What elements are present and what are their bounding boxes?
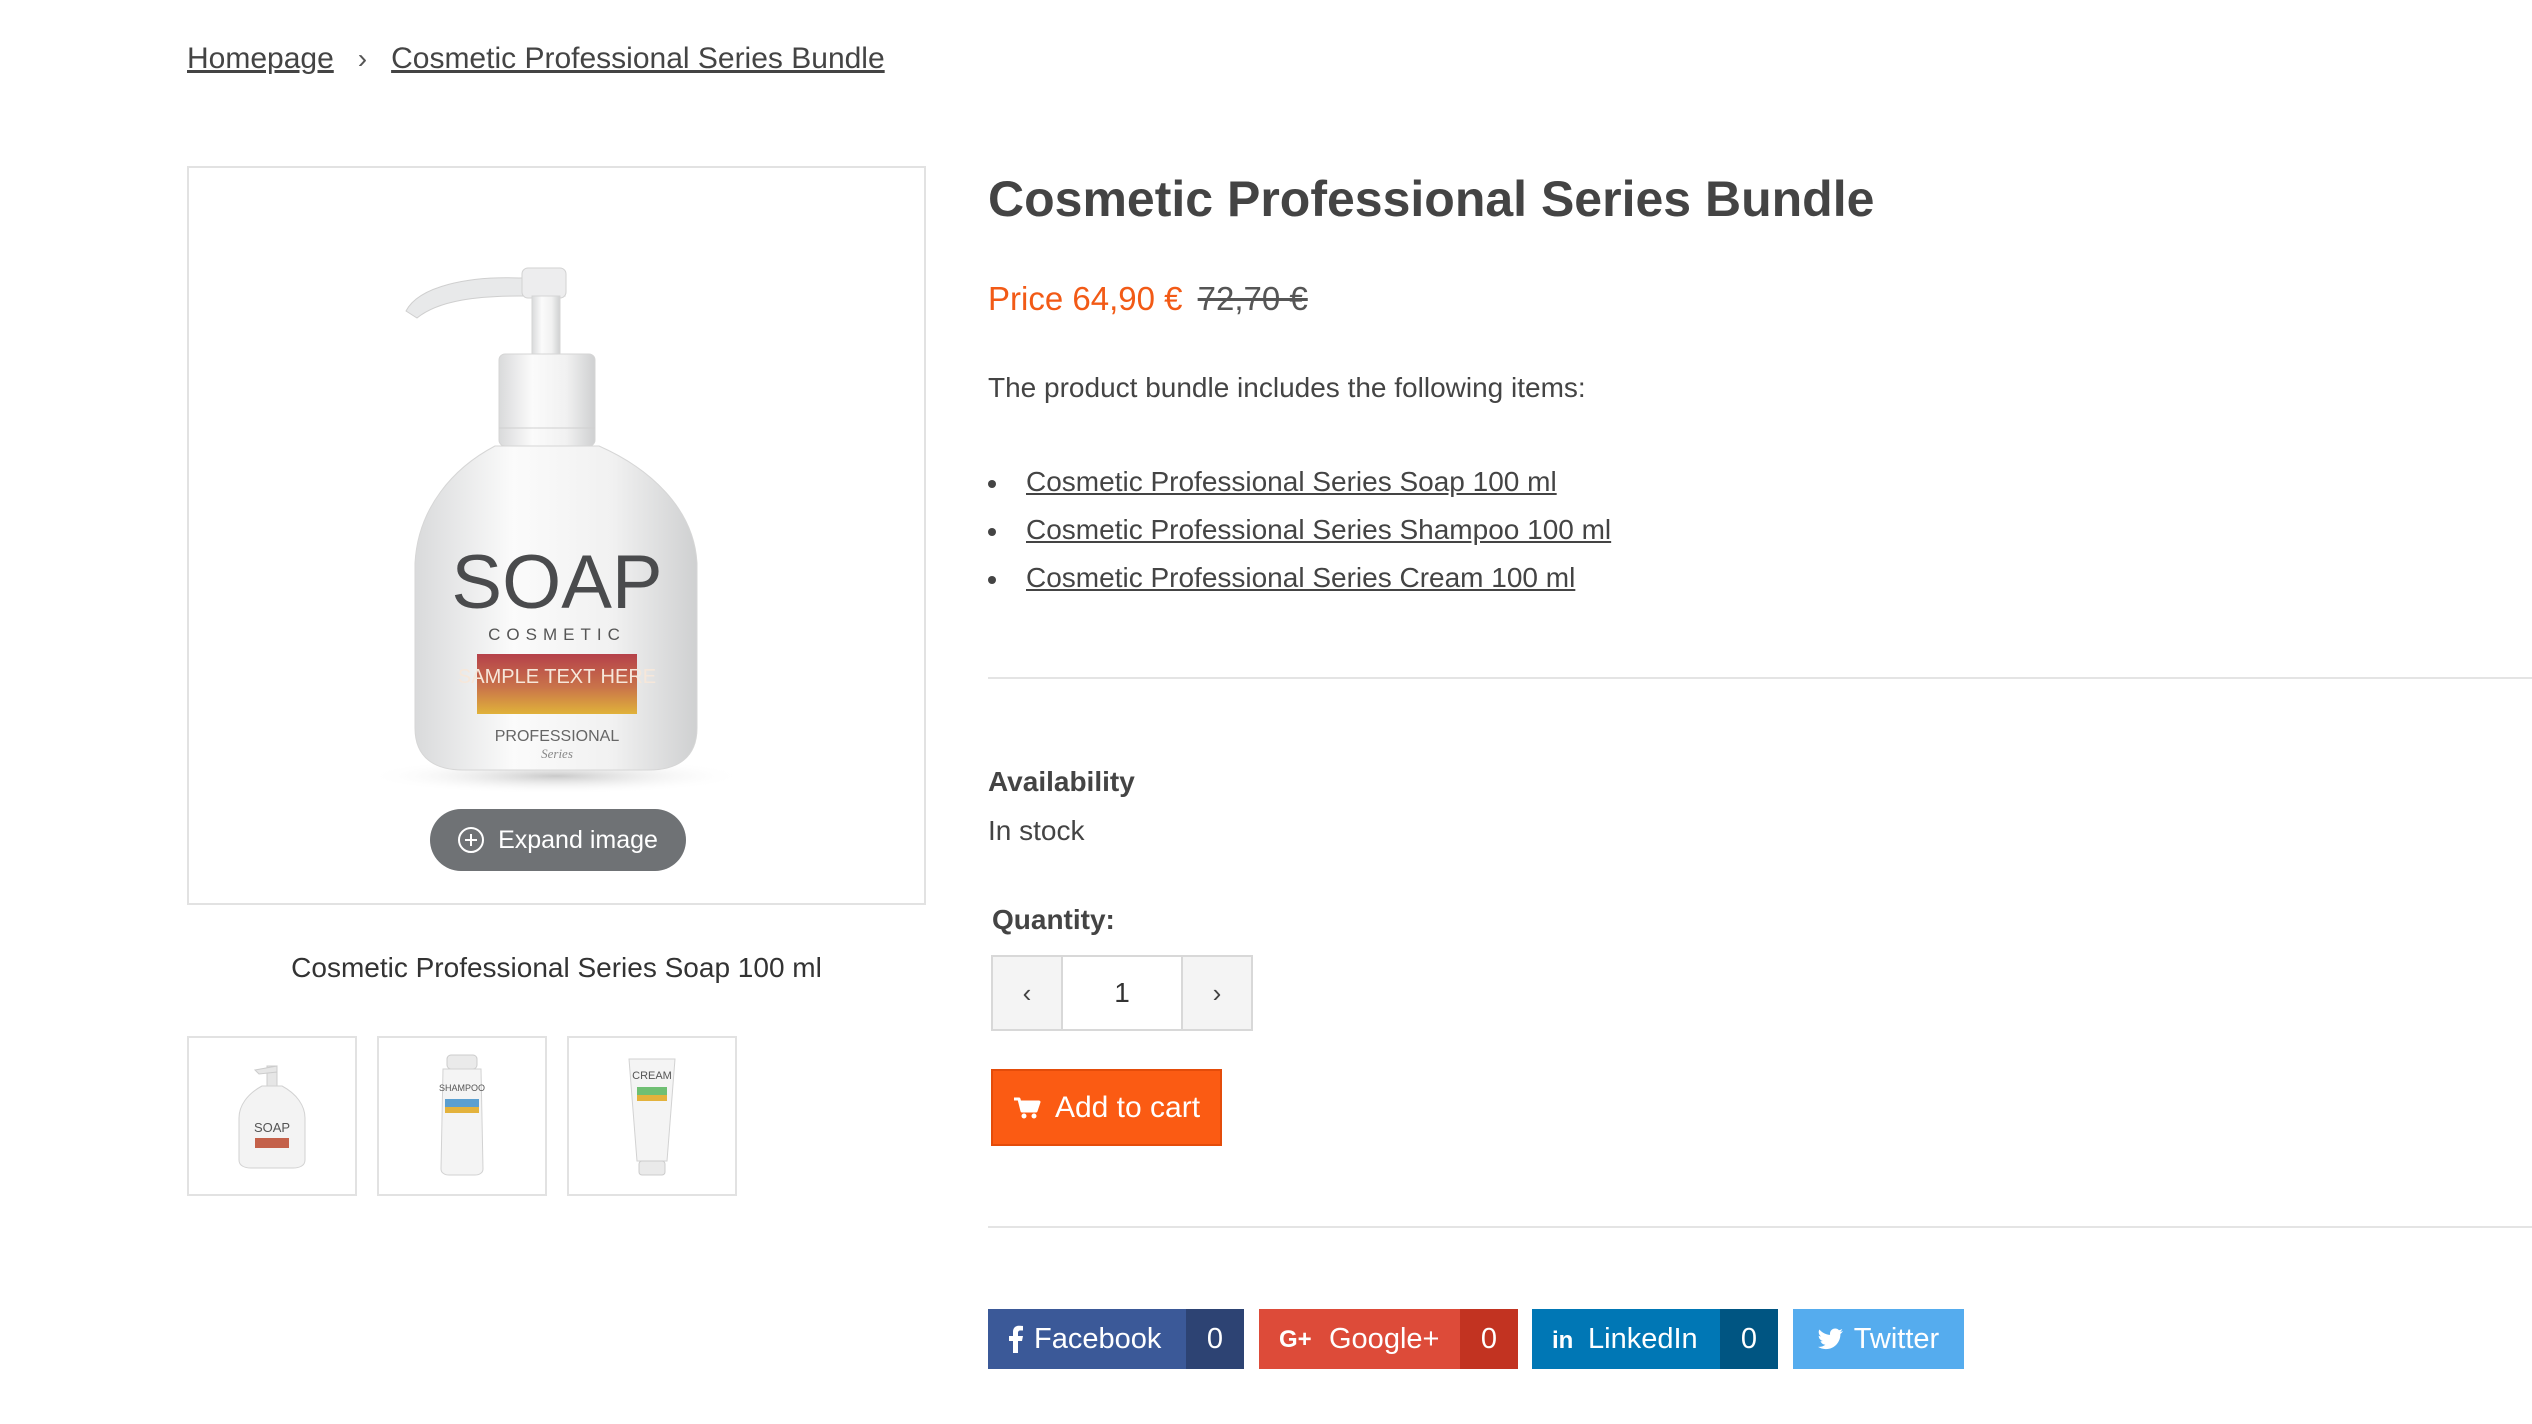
thumb-shampoo-text: SHAMPOO [439,1083,485,1093]
soap-label-text: SOAP [451,540,662,625]
thumbnail-shampoo[interactable]: SHAMPOO [377,1036,547,1196]
cart-icon [1013,1097,1041,1118]
add-to-cart-label: Add to cart [1054,1090,1201,1124]
list-item: Cosmetic Professional Series Soap 100 ml [988,458,1611,506]
product-title: Cosmetic Professional Series Bundle [988,171,1875,227]
zoom-plus-icon [458,827,485,853]
soap-bottle-image: SOAP COSMETIC SAMPLE TEXT HERE PROFESSIO… [366,267,746,794]
price: Price 64,90 € 72,70 € [988,280,1308,318]
breadcrumb-separator-icon: › [357,43,368,74]
page: Homepage › Cosmetic Professional Series … [0,0,2532,1424]
quantity-stepper: ‹ › [991,955,1253,1031]
share-facebook-button[interactable]: Facebook 0 [988,1309,1244,1369]
price-label: Price [988,280,1064,317]
availability-label: Availability [988,766,1135,797]
twitter-label: Twitter [1853,1322,1940,1355]
price-old: 72,70 € [1197,280,1308,317]
shampoo-thumbnail-icon: SHAMPOO [439,1054,485,1176]
quantity-increase-button[interactable]: › [1181,957,1251,1029]
image-caption: Cosmetic Professional Series Soap 100 ml [291,952,822,983]
breadcrumb: Homepage › Cosmetic Professional Series … [187,42,885,76]
bundle-intro: The product bundle includes the followin… [988,372,1586,403]
linkedin-label: LinkedIn [1588,1322,1698,1355]
twitter-bird-icon [1817,1328,1843,1350]
soap-label-band: SAMPLE TEXT HERE [458,666,656,688]
soap-thumbnail-icon: SOAP [238,1065,306,1169]
share-facebook-name: Facebook [988,1309,1186,1369]
google-plus-label: Google+ [1329,1322,1440,1355]
bundle-item-soap-link[interactable]: Cosmetic Professional Series Soap 100 ml [1026,466,1557,497]
add-to-cart-button[interactable]: Add to cart [991,1069,1222,1146]
bundle-item-cream-link[interactable]: Cosmetic Professional Series Cream 100 m… [1026,562,1575,593]
thumbnail-soap[interactable]: SOAP [187,1036,357,1196]
soap-label-script: Series [541,746,573,761]
linkedin-count: 0 [1720,1309,1778,1369]
list-item: Cosmetic Professional Series Cream 100 m… [988,554,1611,602]
facebook-icon [1009,1325,1023,1353]
soap-label-brand: PROFESSIONAL [495,728,620,745]
expand-image-label: Expand image [498,825,658,854]
share-twitter-name: Twitter [1793,1309,1964,1369]
facebook-label: Facebook [1034,1322,1162,1355]
bundle-item-list: Cosmetic Professional Series Soap 100 ml… [988,458,1611,602]
price-current: 64,90 € [1072,280,1183,317]
thumb-soap-text: SOAP [254,1120,290,1135]
soap-label-sub: COSMETIC [488,625,626,644]
share-google-plus-button[interactable]: G+ Google+ 0 [1259,1309,1518,1369]
expand-image-button[interactable]: Expand image [430,809,686,871]
thumb-cream-text: CREAM [632,1070,672,1082]
main-product-image[interactable]: SOAP COSMETIC SAMPLE TEXT HERE PROFESSIO… [187,166,926,905]
bundle-item-shampoo-link[interactable]: Cosmetic Professional Series Shampoo 100… [1026,514,1611,545]
breadcrumb-home-link[interactable]: Homepage [187,42,334,76]
thumbnail-strip: SOAP SHAMPOO CREAM [187,1036,737,1196]
share-linkedin-button[interactable]: in LinkedIn 0 [1532,1309,1778,1369]
svg-text:in: in [1552,1327,1573,1351]
thumbnail-cream[interactable]: CREAM [567,1036,737,1196]
availability-value: In stock [988,815,1085,846]
quantity-input[interactable] [1063,957,1181,1029]
quantity-decrease-button[interactable]: ‹ [993,957,1063,1029]
linkedin-icon: in [1552,1327,1573,1351]
divider [988,677,2532,679]
cream-thumbnail-icon: CREAM [628,1058,676,1176]
breadcrumb-current-link[interactable]: Cosmetic Professional Series Bundle [391,42,885,76]
svg-text:G+: G+ [1279,1327,1312,1351]
share-google-plus-name: G+ Google+ [1259,1309,1460,1369]
share-linkedin-name: in LinkedIn [1532,1309,1720,1369]
divider [988,1226,2532,1228]
facebook-count: 0 [1186,1309,1244,1369]
google-plus-icon: G+ [1279,1327,1312,1351]
list-item: Cosmetic Professional Series Shampoo 100… [988,506,1611,554]
share-twitter-button[interactable]: Twitter [1793,1309,1964,1369]
quantity-label: Quantity: [992,904,1115,935]
google-plus-count: 0 [1460,1309,1518,1369]
